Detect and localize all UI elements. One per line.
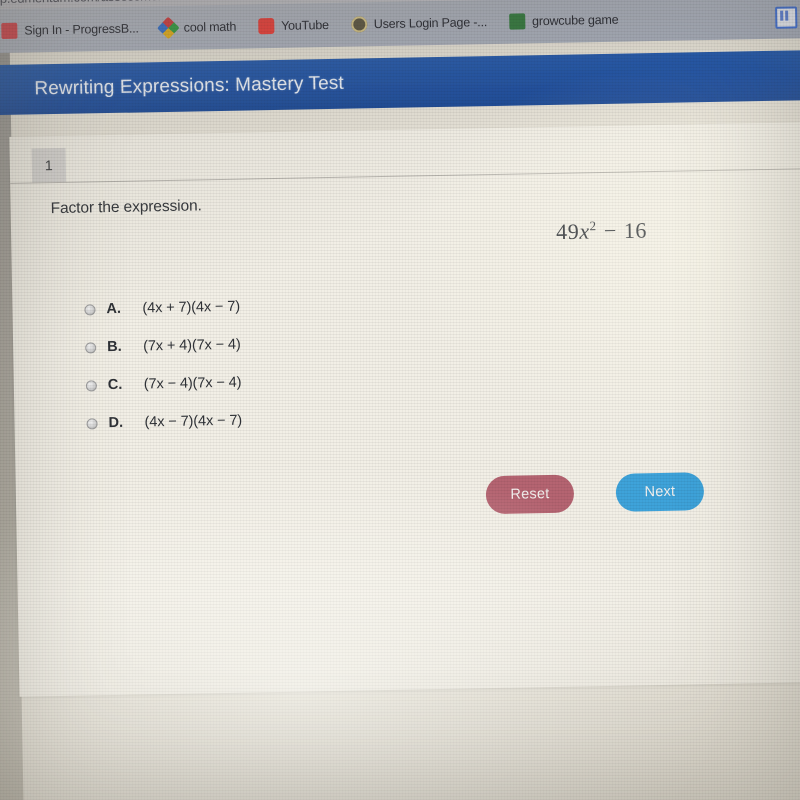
screen-content: pp.edmentum.com/assessments Sign In - Pr… [0,0,800,800]
card-divider [10,168,800,184]
option-text: (4x + 7)(4x − 7) [142,298,241,317]
photographed-screen: pp.edmentum.com/assessments Sign In - Pr… [0,0,800,800]
radio-icon[interactable] [86,417,98,429]
option-letter: B. [107,338,122,356]
option-text: (7x − 4)(7x − 4) [143,374,242,393]
expression-exponent: 2 [589,218,597,234]
bookmark-progress[interactable]: Sign In - ProgressB... [1,20,139,39]
radio-icon[interactable] [85,341,97,354]
radio-icon[interactable] [84,303,96,316]
bookmark-youtube[interactable]: YouTube [257,17,329,35]
expression-constant: 16 [623,217,648,243]
bookmark-label: Users Login Page -... [373,15,488,32]
users-icon [350,16,367,33]
option-c[interactable]: C. (7x − 4)(7x − 4) [85,364,242,405]
question-prompt: Factor the expression. [50,197,202,218]
action-buttons: Reset Next [485,472,705,515]
question-number-tab[interactable]: 1 [31,147,67,183]
bookmark-label: cool math [183,19,237,35]
expression-operator: − [603,218,618,244]
radio-icon[interactable] [85,379,97,391]
bookmark-label: YouTube [280,17,329,33]
option-a[interactable]: A. (4x + 7)(4x − 7) [84,288,240,329]
coolmath-icon [157,16,181,40]
page-title: Rewriting Expressions: Mastery Test [34,72,344,100]
youtube-icon [257,17,275,35]
question-number: 1 [44,157,53,174]
expression-variable: x [579,218,590,244]
option-text: (7x + 4)(7x − 4) [143,336,241,355]
bookmark-label: growcube game [531,12,619,29]
answer-options: A. (4x + 7)(4x − 7) B. (7x + 4)(7x − 4) … [84,288,242,443]
bookmark-growcube[interactable]: growcube game [508,12,619,30]
option-letter: A. [106,300,122,318]
option-d[interactable]: D. (4x − 7)(4x − 7) [86,402,242,443]
option-text: (4x − 7)(4x − 7) [144,412,243,431]
bookmark-users-login[interactable]: Users Login Page -... [350,14,488,33]
expression-coefficient: 49 [555,218,580,245]
bookmark-manager-icon[interactable] [775,6,798,29]
growcube-icon [508,13,526,30]
question-card: 1 Factor the expression. 49x2−16 A. (4x … [9,122,800,697]
address-bar-url: pp.edmentum.com/assessments [0,0,175,6]
math-expression: 49x2−16 [556,217,647,245]
bookmark-coolmath[interactable]: cool math [157,16,237,40]
option-letter: C. [107,376,123,394]
next-button[interactable]: Next [615,472,705,512]
option-b[interactable]: B. (7x + 4)(7x − 4) [85,326,241,367]
reset-button[interactable]: Reset [485,474,575,515]
progress-icon [1,22,18,39]
option-letter: D. [108,414,124,432]
bookmark-label: Sign In - ProgressB... [24,21,139,38]
